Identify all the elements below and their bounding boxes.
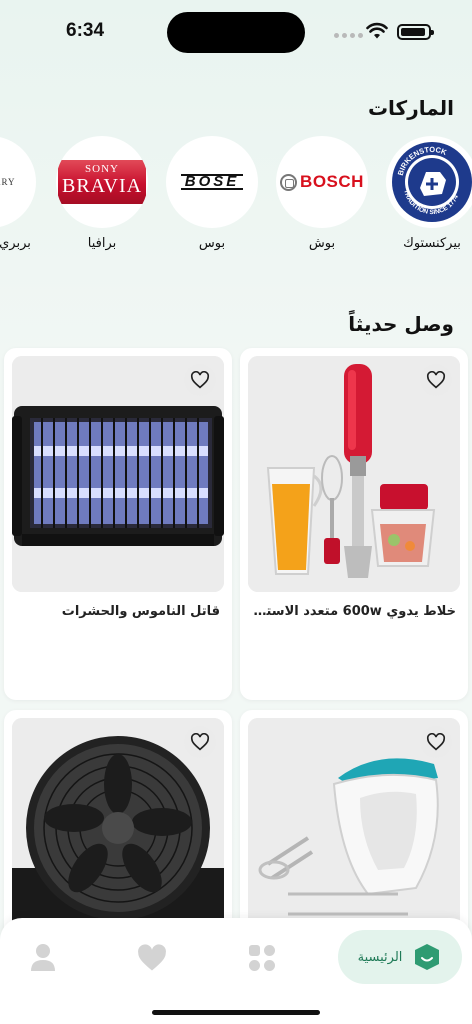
product-card[interactable]: قاتل الناموس والحشرات xyxy=(4,348,232,700)
brand-item-burberry[interactable]: RRY بربري xyxy=(0,136,36,251)
favorite-button[interactable] xyxy=(184,726,216,758)
brand-name: بوش xyxy=(308,236,336,251)
product-title: خلاط يدوي 600w متعدد الاستخدامات xyxy=(250,604,456,619)
product-title: قاتل الناموس والحشرات xyxy=(61,604,220,619)
nav-item-home[interactable]: الرئيسية xyxy=(338,930,462,984)
heart-outline-icon xyxy=(190,733,210,751)
home-icon xyxy=(415,944,440,970)
heart-outline-icon xyxy=(426,733,446,751)
bose-logo: BOSE xyxy=(180,174,244,190)
profile-icon xyxy=(31,944,55,971)
cellular-signal-icon xyxy=(334,33,363,38)
brand-item-bravia[interactable]: SONY BRAVIA برافيا xyxy=(56,136,148,251)
nav-item-favorites[interactable] xyxy=(127,938,177,978)
new-arrivals-section-title: وصل حديثاً xyxy=(348,312,454,336)
battery-icon xyxy=(397,24,434,40)
status-bar: 6:34 xyxy=(0,0,472,64)
brands-section-title: الماركات xyxy=(367,96,454,120)
brand-item-bosch[interactable]: BOSCH بوش xyxy=(276,136,368,251)
favorite-button[interactable] xyxy=(420,364,452,396)
bottom-navigation: الرئيسية xyxy=(0,918,472,1024)
brand-item-birkenstock[interactable]: BIRKENSTOCK TRADITION SINCE 1774 بيركنست… xyxy=(386,136,472,251)
brand-name: بوس xyxy=(198,236,226,251)
sony-bravia-logo: SONY BRAVIA xyxy=(58,160,146,204)
nav-item-profile[interactable] xyxy=(18,938,68,978)
brand-name: بربري xyxy=(0,236,31,251)
categories-icon xyxy=(249,945,275,971)
bosch-logo: BOSCH xyxy=(280,172,364,192)
product-image-hand-blender xyxy=(248,356,460,592)
brand-item-bose[interactable]: BOSE بوس xyxy=(166,136,258,251)
brand-name: بيركنستوك xyxy=(403,236,461,251)
favorite-button[interactable] xyxy=(184,364,216,396)
birkenstock-logo: BIRKENSTOCK TRADITION SINCE 1774 xyxy=(386,136,472,228)
heart-outline-icon xyxy=(426,371,446,389)
dynamic-island xyxy=(167,12,305,53)
nav-home-label: الرئيسية xyxy=(357,949,403,965)
brand-name: برافيا xyxy=(87,236,117,251)
heart-outline-icon xyxy=(190,371,210,389)
product-image-insect-killer xyxy=(12,356,224,592)
nav-item-categories[interactable] xyxy=(237,938,287,978)
favorites-icon xyxy=(138,944,166,971)
home-indicator xyxy=(152,1010,320,1015)
burberry-logo: RRY xyxy=(0,177,16,187)
favorite-button[interactable] xyxy=(420,726,452,758)
product-card[interactable]: خلاط يدوي 600w متعدد الاستخدامات xyxy=(240,348,468,700)
status-time: 6:34 xyxy=(66,20,105,41)
wifi-icon xyxy=(366,22,388,39)
